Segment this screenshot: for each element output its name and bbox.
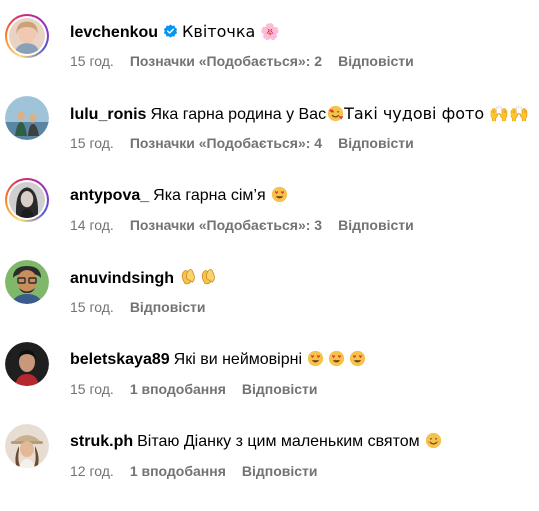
username-link[interactable]: anuvindsingh bbox=[70, 270, 174, 287]
reply-button[interactable]: Відповісти bbox=[242, 381, 318, 397]
comment-text: Які ви неймовірні bbox=[173, 351, 302, 368]
avatar[interactable] bbox=[5, 342, 49, 386]
avatar[interactable] bbox=[5, 424, 49, 468]
smiling-face-with-hearts-emoji bbox=[327, 105, 344, 122]
reply-button[interactable]: Відповісти bbox=[338, 135, 414, 151]
comment-text: Квіточка 🌸 bbox=[182, 22, 281, 41]
comment-text: Яка гарна сім’я bbox=[153, 187, 266, 204]
smiling-face-with-hearts-emoji bbox=[425, 432, 442, 449]
likes-count-link[interactable]: 1 вподобання bbox=[130, 463, 226, 479]
comment-time[interactable]: 15 год. bbox=[70, 381, 114, 397]
username-link[interactable]: antypova_ bbox=[70, 187, 149, 204]
comment-time[interactable]: 15 год. bbox=[70, 135, 114, 151]
avatar-photo bbox=[9, 182, 45, 218]
avatar-photo bbox=[5, 342, 49, 386]
reply-button[interactable]: Відповісти bbox=[130, 299, 206, 315]
likes-count-link[interactable]: 1 вподобання bbox=[130, 381, 226, 397]
comment-item: beletskaya89 Які ви неймовірні 15 год. 1 в… bbox=[0, 328, 539, 410]
verified-badge-icon bbox=[163, 24, 178, 38]
avatar[interactable] bbox=[5, 260, 49, 304]
avatar[interactable] bbox=[5, 14, 49, 58]
avatar-photo bbox=[5, 424, 49, 468]
heart-eyes-emoji bbox=[350, 350, 366, 367]
username-link[interactable]: lulu_ronis bbox=[70, 106, 146, 123]
comment-item: anuvindsingh 15 год. Відповісти bbox=[0, 246, 539, 328]
reply-button[interactable]: Відповісти bbox=[242, 463, 318, 479]
clapping-hands-emoji bbox=[202, 269, 216, 285]
comment-time[interactable]: 14 год. bbox=[70, 217, 114, 233]
heart-eyes-emoji bbox=[308, 350, 324, 367]
username-link[interactable]: struk.ph bbox=[70, 433, 133, 450]
heart-eyes-emoji bbox=[329, 350, 345, 367]
avatar[interactable] bbox=[5, 96, 49, 140]
avatar[interactable] bbox=[5, 178, 49, 222]
reply-button[interactable]: Відповісти bbox=[338, 217, 414, 233]
comment-text-continued: Такі чудові фото 🙌🙌 bbox=[344, 104, 530, 123]
clapping-hands-emoji bbox=[182, 269, 196, 285]
comment-text: Яка гарна родина у Вас bbox=[150, 106, 327, 123]
comment-text: Вітаю Діанку з цим маленьким святом bbox=[137, 433, 420, 450]
avatar-photo bbox=[5, 96, 49, 140]
comment-item: antypova_ Яка гарна сім’я 14 год. Позначки… bbox=[0, 164, 539, 246]
comment-item: struk.ph Вітаю Діанку з цим маленьким свя… bbox=[0, 410, 539, 492]
comment-time[interactable]: 15 год. bbox=[70, 299, 114, 315]
username-link[interactable]: levchenkou bbox=[70, 24, 158, 41]
likes-count-link[interactable]: Позначки «Подобається»: 3 bbox=[130, 217, 322, 233]
comment-item: levchenkou Квіточка 🌸 15 год. Позначки «По… bbox=[0, 0, 539, 82]
username-link[interactable]: beletskaya89 bbox=[70, 351, 170, 368]
likes-count-link[interactable]: Позначки «Подобається»: 2 bbox=[130, 53, 322, 69]
heart-eyes-emoji bbox=[271, 186, 288, 203]
comment-time[interactable]: 15 год. bbox=[70, 53, 114, 69]
reply-button[interactable]: Відповісти bbox=[338, 53, 414, 69]
avatar-photo bbox=[9, 18, 45, 54]
avatar-photo bbox=[5, 260, 49, 304]
likes-count-link[interactable]: Позначки «Подобається»: 4 bbox=[130, 135, 322, 151]
comment-time[interactable]: 12 год. bbox=[70, 463, 114, 479]
comment-item: lulu_ronis Яка гарна родина у Вас Такі чуд… bbox=[0, 82, 539, 164]
